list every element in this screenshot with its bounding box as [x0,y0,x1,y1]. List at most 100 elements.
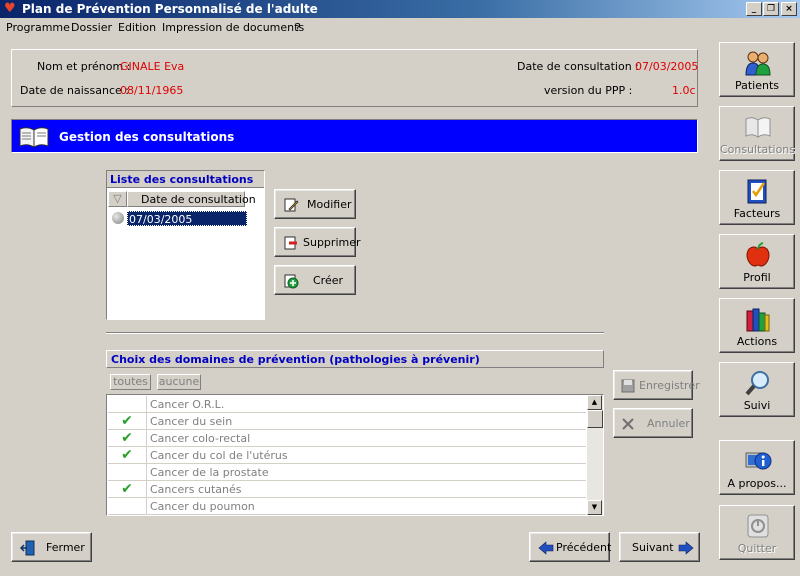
domain-check-poumon[interactable] [108,498,147,514]
domains-header: Choix des domaines de prévention (pathol… [106,350,604,368]
check-icon[interactable]: ✔ [108,413,147,429]
modify-label: Modifier [307,198,352,211]
previous-label: Précédent [556,541,612,554]
sidebar-profil[interactable]: Profil [719,234,795,289]
check-icon[interactable]: ✔ [108,447,147,463]
menu-bar: Programme Dossier Edition Impression de … [0,18,800,38]
sidebar-patients[interactable]: Patients [719,42,795,97]
restore-button[interactable]: ❐ [763,2,779,16]
floppy-icon [621,379,635,393]
next-button[interactable]: Suivant [619,532,700,562]
column-header-date[interactable]: Date de consultation [127,191,256,207]
menu-impression[interactable]: Impression de documents [162,21,304,34]
minimize-button[interactable]: _ [746,2,762,16]
create-label: Créer [313,274,344,287]
sidebar-label: A propos... [727,477,787,490]
book-icon [19,127,49,148]
sidebar-facteurs[interactable]: Facteurs [719,170,795,225]
arrow-left-icon [538,541,554,555]
sidebar-label: Patients [734,79,780,92]
domain-name-prostate: Cancer de la prostate [150,466,269,479]
domains-scrollbar[interactable]: ▲ ▼ [587,395,603,515]
create-icon [284,274,299,289]
exit-door-icon [20,540,35,556]
cancel-label: Annuler [647,417,690,430]
delete-button[interactable]: Supprimer [274,227,361,257]
domain-name-sein: Cancer du sein [150,415,233,428]
patient-name-label: Nom et prénom : [37,60,131,73]
section-header: Gestion des consultations [11,119,698,153]
domain-row-col-uterus[interactable]: ✔ Cancer du col de l'utérus [108,447,586,464]
menu-help[interactable]: ? [295,21,301,34]
next-label: Suivant [632,541,674,554]
consultations-list-title: Liste des consultations [107,171,264,188]
sidebar-quitter[interactable]: Quitter [719,505,795,560]
domain-row-poumon[interactable]: Cancer du poumon [108,498,586,515]
consultations-list: Liste des consultations ▽ Date de consul… [106,170,265,320]
domain-row-cutanes[interactable]: ✔ Cancers cutanés [108,481,586,498]
domain-row-sein[interactable]: ✔ Cancer du sein [108,413,586,430]
select-none-button[interactable]: aucune [157,374,201,390]
domain-name-poumon: Cancer du poumon [150,500,255,513]
cancel-x-icon [622,418,634,430]
domain-check-orl[interactable] [108,396,147,412]
sidebar-label: Actions [736,335,778,348]
scroll-down-arrow[interactable]: ▼ [587,500,602,515]
menu-edition[interactable]: Edition [118,21,156,34]
save-label: Enregistrer [639,379,700,392]
version-label: version du PPP : [544,84,633,97]
domain-row-prostate[interactable]: Cancer de la prostate [108,464,586,481]
create-button[interactable]: Créer [274,265,356,295]
menu-programme[interactable]: Programme [6,21,70,34]
sidebar-consultations[interactable]: Consultations [719,106,795,161]
previous-button[interactable]: Précédent [529,532,612,562]
check-icon[interactable]: ✔ [108,481,147,497]
sidebar-label: Profil [743,271,771,284]
consult-date: 07/03/2005 [635,60,699,73]
select-all-button[interactable]: toutes [110,374,151,390]
domain-name-cutanes: Cancers cutanés [150,483,242,496]
scroll-up-arrow[interactable]: ▲ [587,395,602,410]
check-icon[interactable]: ✔ [108,430,147,446]
cancel-button[interactable]: Annuler [613,408,693,438]
sidebar-label: Suivi [743,399,771,412]
domains-title: Choix des domaines de prévention (pathol… [111,353,480,366]
menu-dossier[interactable]: Dossier [71,21,112,34]
version-value: 1.0c [672,84,696,97]
clipboard-icon [747,179,767,204]
modify-button[interactable]: Modifier [274,189,356,219]
domain-row-colo-rectal[interactable]: ✔ Cancer colo-rectal [108,430,586,447]
separator [106,332,604,334]
sort-indicator[interactable]: ▽ [108,191,127,207]
domain-check-prostate[interactable] [108,464,147,480]
edit-icon [284,198,299,212]
sidebar-about[interactable]: A propos... [719,440,795,495]
scroll-thumb[interactable] [587,410,603,428]
section-title: Gestion des consultations [59,130,235,144]
close-window-button[interactable]: × [781,2,797,16]
close-button[interactable]: Fermer [11,532,92,562]
sidebar-label: Facteurs [733,207,781,220]
domains-list: Cancer O.R.L. ✔ Cancer du sein ✔ Cancer … [106,394,604,516]
arrow-right-icon [678,541,694,555]
info-icon [745,452,772,470]
delete-icon [284,236,297,250]
patients-icon [745,51,771,76]
sidebar-actions[interactable]: Actions [719,298,795,353]
sidebar-label: Quitter [737,542,777,555]
title-bar: ♥ Plan de Prévention Personnalisé de l'a… [0,0,800,18]
power-icon [747,514,769,538]
sidebar-suivi[interactable]: Suivi [719,362,795,417]
window-title: Plan de Prévention Personnalisé de l'adu… [22,2,318,16]
delete-label: Supprimer [303,236,361,249]
record-icon [112,212,124,224]
books-icon [746,308,770,332]
consultation-row[interactable]: 07/03/2005 [127,211,247,226]
apple-icon [746,242,770,267]
book-icon [745,117,771,138]
close-label: Fermer [46,541,85,554]
domain-name-colo-rectal: Cancer colo-rectal [150,432,251,445]
magnifier-icon [745,371,769,396]
domain-row-orl[interactable]: Cancer O.R.L. [108,396,586,413]
save-button[interactable]: Enregistrer [613,370,700,400]
